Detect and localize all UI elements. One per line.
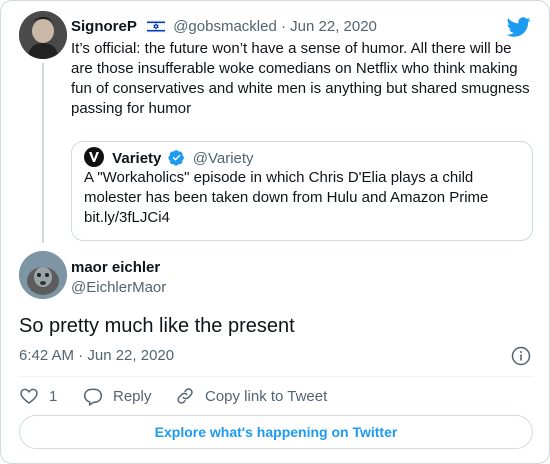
parent-tweet-date[interactable]: Jun 22, 2020 [290, 18, 377, 35]
quoted-tweet[interactable]: Variety @Variety A "Workaholics" episode… [71, 141, 533, 241]
main-author-name[interactable]: maor eichler [71, 259, 160, 277]
like-count: 1 [49, 387, 58, 405]
info-icon[interactable] [511, 346, 531, 366]
verified-badge-icon [167, 149, 185, 166]
divider [19, 376, 533, 377]
main-tweet-timestamp[interactable]: 6:42 AM · Jun 22, 2020 [19, 347, 174, 365]
quoted-author-handle: @Variety [192, 150, 254, 167]
reply-button[interactable]: Reply [83, 385, 151, 407]
tweet-embed-card: SignoreP @gobsmackled · Jun 22, 2020 It’… [0, 0, 550, 464]
quoted-tweet-text: A "Workaholics" episode in which Chris D… [84, 169, 489, 226]
parent-tweet-header: SignoreP @gobsmackled · Jun 22, 2020 [71, 18, 377, 38]
parent-author-avatar[interactable] [19, 11, 67, 59]
quoted-author-name: Variety [112, 150, 162, 167]
main-author-handle[interactable]: @EichlerMaor [71, 279, 166, 297]
israel-flag-icon [146, 19, 166, 38]
link-icon [177, 388, 193, 404]
parent-author-handle[interactable]: @gobsmackled [173, 18, 277, 35]
parent-tweet-text: It’s official: the future won’t have a s… [71, 40, 530, 117]
twitter-bird-icon[interactable] [506, 15, 531, 39]
quoted-tweet-header: Variety @Variety [84, 147, 254, 168]
separator-dot: · [280, 18, 291, 35]
reply-bubble-icon [83, 388, 103, 406]
like-button[interactable]: 1 [19, 385, 57, 407]
variety-logo-icon [84, 147, 104, 167]
explore-twitter-button[interactable]: Explore what's happening on Twitter [19, 415, 533, 449]
copy-link-label: Copy link to Tweet [205, 387, 328, 405]
thread-connector-line [42, 63, 44, 243]
main-author-avatar[interactable] [19, 251, 67, 299]
parent-author-name[interactable]: SignoreP [71, 18, 137, 35]
reply-label: Reply [113, 387, 152, 405]
main-tweet-text: So pretty much like the present [19, 315, 295, 337]
heart-icon [20, 388, 38, 405]
copy-link-button[interactable]: Copy link to Tweet [175, 385, 327, 407]
